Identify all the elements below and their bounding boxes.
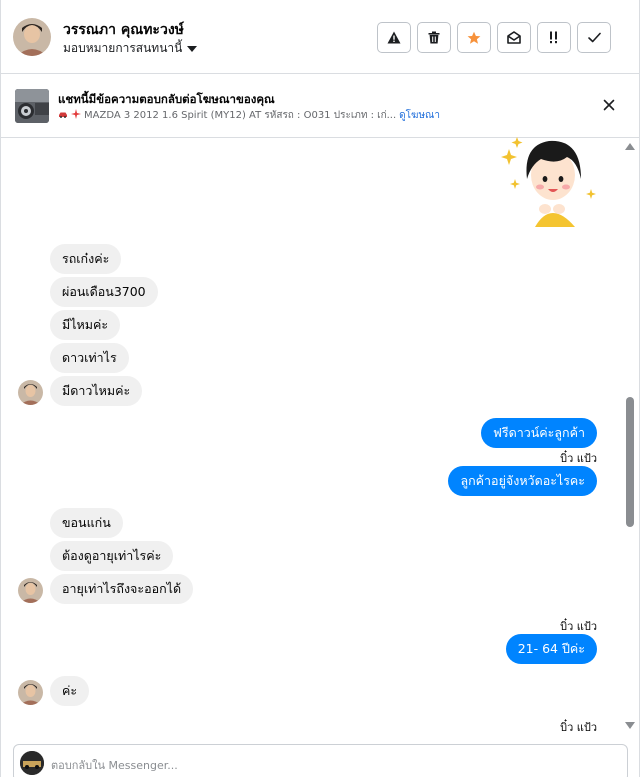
mark-unread-button[interactable]: [497, 22, 531, 53]
incoming-message[interactable]: อายุเท่าไรถึงจะออกได้: [50, 574, 194, 604]
star-icon: [467, 31, 481, 45]
conversation-panel: วรรณภา คุณทะวงษ์ มอบหมายการสนทนานี้ แชทน…: [0, 0, 640, 777]
ad-thumbnail[interactable]: [15, 89, 49, 123]
sticker-image: [501, 135, 601, 227]
incoming-message[interactable]: ค่ะ: [50, 676, 90, 706]
sender-name-label: บิ๋ว แป้ว: [560, 620, 597, 633]
assign-conversation-label: มอบหมายการสนทนานี้: [63, 41, 183, 55]
sender-avatar[interactable]: [18, 578, 43, 603]
mark-unread-icon: [507, 31, 521, 44]
follow-up-button[interactable]: [537, 22, 571, 53]
page-avatar: [20, 751, 44, 775]
outgoing-message[interactable]: ฟรีดาวน์ค่ะลูกค้า: [481, 418, 597, 448]
done-check-icon: [587, 32, 601, 43]
scroll-down-arrow[interactable]: [625, 722, 635, 729]
trash-icon: [428, 31, 440, 44]
incoming-message[interactable]: ผ่อนเดือน3700: [50, 277, 158, 307]
ad-banner-subtitle: MAZDA 3 2012 1.6 Spirit (MY12) AT รหัสรถ…: [58, 108, 440, 123]
sparkle-icon: [71, 109, 81, 122]
incoming-message[interactable]: มีไหมค่ะ: [50, 310, 121, 340]
ad-banner-title: แชทนี้มีข้อความตอบกลับต่อโฆษณาของคุณ: [58, 92, 275, 106]
contact-name[interactable]: วรรณภา คุณทะวงษ์: [63, 19, 184, 41]
sender-avatar[interactable]: [18, 680, 43, 705]
conversation-header: วรรณภา คุณทะวงษ์ มอบหมายการสนทนานี้: [1, 0, 640, 74]
ad-description: MAZDA 3 2012 1.6 Spirit (MY12) AT รหัสรถ…: [84, 110, 397, 121]
incoming-message[interactable]: ขอนแก่น: [50, 508, 123, 538]
report-spam-icon: [387, 31, 401, 44]
car-icon: [58, 110, 68, 121]
scroll-up-arrow[interactable]: [625, 143, 635, 150]
reply-input[interactable]: [51, 757, 611, 773]
incoming-message[interactable]: รถเก๋งค่ะ: [50, 244, 122, 274]
outgoing-message[interactable]: 21- 64 ปีค่ะ: [505, 634, 597, 664]
incoming-message[interactable]: มีดาวไหมค่ะ: [50, 376, 143, 406]
scrollbar-thumb[interactable]: [626, 397, 634, 527]
report-spam-button[interactable]: [377, 22, 411, 53]
close-banner-button[interactable]: [601, 97, 617, 113]
contact-avatar[interactable]: [13, 18, 51, 56]
incoming-message[interactable]: ต้องดูอายุเท่าไรค่ะ: [50, 541, 174, 571]
assign-conversation-dropdown[interactable]: มอบหมายการสนทนานี้: [63, 39, 198, 58]
star-button[interactable]: [457, 22, 491, 53]
incoming-message[interactable]: ดาวเท่าไร: [50, 343, 129, 373]
mark-done-button[interactable]: [577, 22, 611, 53]
sender-name-label: บิ๋ว แป้ว: [560, 452, 597, 465]
delete-button[interactable]: [417, 22, 451, 53]
close-icon: [601, 98, 617, 117]
view-ad-link[interactable]: ดูโฆษณา: [399, 108, 440, 123]
sender-name-label: บิ๋ว แป้ว: [560, 721, 597, 734]
sender-avatar[interactable]: [18, 380, 43, 405]
follow-up-icon: [547, 31, 561, 44]
conversation-actions: [377, 22, 611, 53]
caret-down-icon: [187, 45, 198, 52]
outgoing-message[interactable]: ลูกค้าอยู่จังหวัดอะไรคะ: [448, 466, 597, 496]
